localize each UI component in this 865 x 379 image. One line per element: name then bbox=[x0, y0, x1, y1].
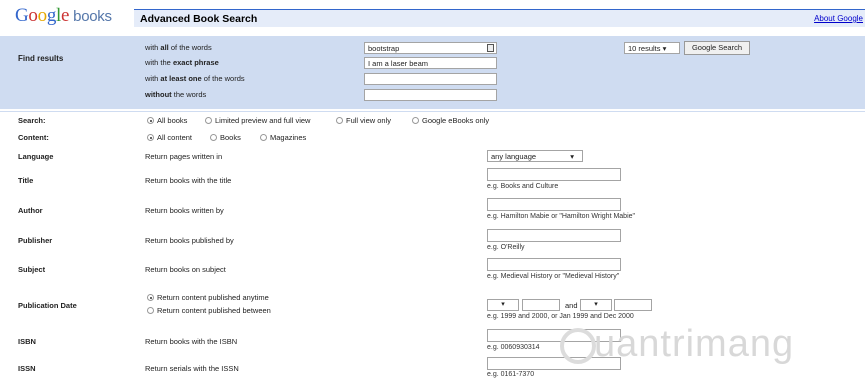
search-label: Search: bbox=[18, 116, 46, 125]
subject-hint: e.g. Medieval History or "Medieval Histo… bbox=[487, 273, 620, 280]
title-label: Title bbox=[18, 176, 34, 185]
and-label: and bbox=[565, 301, 578, 310]
at-least-one-label: with at least one of the words bbox=[145, 74, 245, 83]
google-search-button[interactable]: Google Search bbox=[684, 41, 750, 55]
issn-hint: e.g. 0161-7370 bbox=[487, 371, 535, 378]
header: Google books Advanced Book Search About G… bbox=[0, 0, 865, 30]
google-books-logo[interactable]: Google books bbox=[15, 5, 112, 27]
start-year-input[interactable] bbox=[522, 299, 560, 311]
subject-desc: Return books on subject bbox=[145, 265, 226, 274]
publication-date-label: Publication Date bbox=[18, 301, 77, 310]
publisher-hint: e.g. O'Reilly bbox=[487, 244, 525, 251]
subject-input[interactable] bbox=[487, 258, 621, 271]
publisher-label: Publisher bbox=[18, 236, 53, 245]
about-google-link[interactable]: About Google bbox=[814, 14, 863, 23]
author-input[interactable] bbox=[487, 198, 621, 211]
logo-letter: o bbox=[28, 5, 38, 26]
isbn-desc: Return books with the ISBN bbox=[145, 337, 238, 346]
end-year-input[interactable] bbox=[614, 299, 652, 311]
language-desc: Return pages written in bbox=[145, 152, 223, 161]
radio-full-view[interactable]: Full view only bbox=[336, 116, 391, 125]
chevron-down-icon: ▾ bbox=[594, 301, 598, 308]
author-hint: e.g. Hamilton Mabie or "Hamilton Wright … bbox=[487, 213, 636, 220]
publication-date-hint: e.g. 1999 and 2000, or Jan 1999 and Dec … bbox=[487, 313, 634, 320]
exact-phrase-input[interactable]: I am a laser beam bbox=[364, 57, 497, 69]
title-desc: Return books with the title bbox=[145, 176, 232, 185]
publisher-desc: Return books published by bbox=[145, 236, 234, 245]
chevron-down-icon: ▾ bbox=[501, 301, 505, 308]
isbn-hint: e.g. 0060930314 bbox=[487, 344, 540, 351]
radio-published-between[interactable]: Return content published between bbox=[147, 306, 271, 315]
radio-published-anytime[interactable]: Return content published anytime bbox=[147, 293, 269, 302]
without-words-input[interactable] bbox=[364, 89, 497, 101]
exact-phrase-label: with the exact phrase bbox=[145, 58, 219, 67]
radio-all-books[interactable]: All books bbox=[147, 116, 187, 125]
radio-all-content[interactable]: All content bbox=[147, 133, 192, 142]
end-month-select[interactable]: ▾ bbox=[580, 299, 612, 311]
find-results-label: Find results bbox=[18, 54, 64, 63]
radio-limited-preview[interactable]: Limited preview and full view bbox=[205, 116, 310, 125]
language-label: Language bbox=[18, 152, 54, 161]
author-desc: Return books written by bbox=[145, 206, 224, 215]
without-words-label: without the words bbox=[145, 90, 207, 99]
chevron-down-icon: ▾ bbox=[570, 152, 574, 161]
content-label: Content: bbox=[18, 133, 49, 142]
radio-google-ebooks[interactable]: Google eBooks only bbox=[412, 116, 489, 125]
title-hint: e.g. Books and Culture bbox=[487, 183, 559, 190]
publisher-input[interactable] bbox=[487, 229, 621, 242]
logo-letter: g bbox=[46, 5, 57, 26]
results-count-select[interactable]: 10 results ▾ bbox=[624, 42, 680, 54]
title-input[interactable] bbox=[487, 168, 621, 181]
input-caret-icon bbox=[487, 44, 494, 52]
find-results-panel: Find results with all of the words boots… bbox=[0, 36, 865, 109]
radio-magazines[interactable]: Magazines bbox=[260, 133, 306, 142]
watermark: uantrimang bbox=[594, 323, 795, 365]
language-select[interactable]: any language ▾ bbox=[487, 150, 583, 162]
divider bbox=[0, 111, 865, 112]
chevron-down-icon: ▾ bbox=[662, 44, 667, 53]
isbn-label: ISBN bbox=[18, 337, 36, 346]
logo-letter: e bbox=[61, 5, 70, 26]
author-label: Author bbox=[18, 206, 43, 215]
all-words-label: with all of the words bbox=[145, 43, 212, 52]
subject-label: Subject bbox=[18, 265, 46, 274]
logo-letter: G bbox=[15, 5, 29, 26]
start-month-select[interactable]: ▾ bbox=[487, 299, 519, 311]
page-title: Advanced Book Search bbox=[140, 13, 258, 25]
logo-letter: o bbox=[37, 5, 48, 26]
all-words-input[interactable]: bootstrap bbox=[364, 42, 497, 54]
logo-books-text: books bbox=[73, 8, 112, 25]
at-least-one-input[interactable] bbox=[364, 73, 497, 85]
issn-desc: Return serials with the ISSN bbox=[145, 364, 239, 373]
radio-books[interactable]: Books bbox=[210, 133, 241, 142]
issn-label: ISSN bbox=[18, 364, 36, 373]
title-bar: Advanced Book Search About Google bbox=[134, 9, 865, 27]
